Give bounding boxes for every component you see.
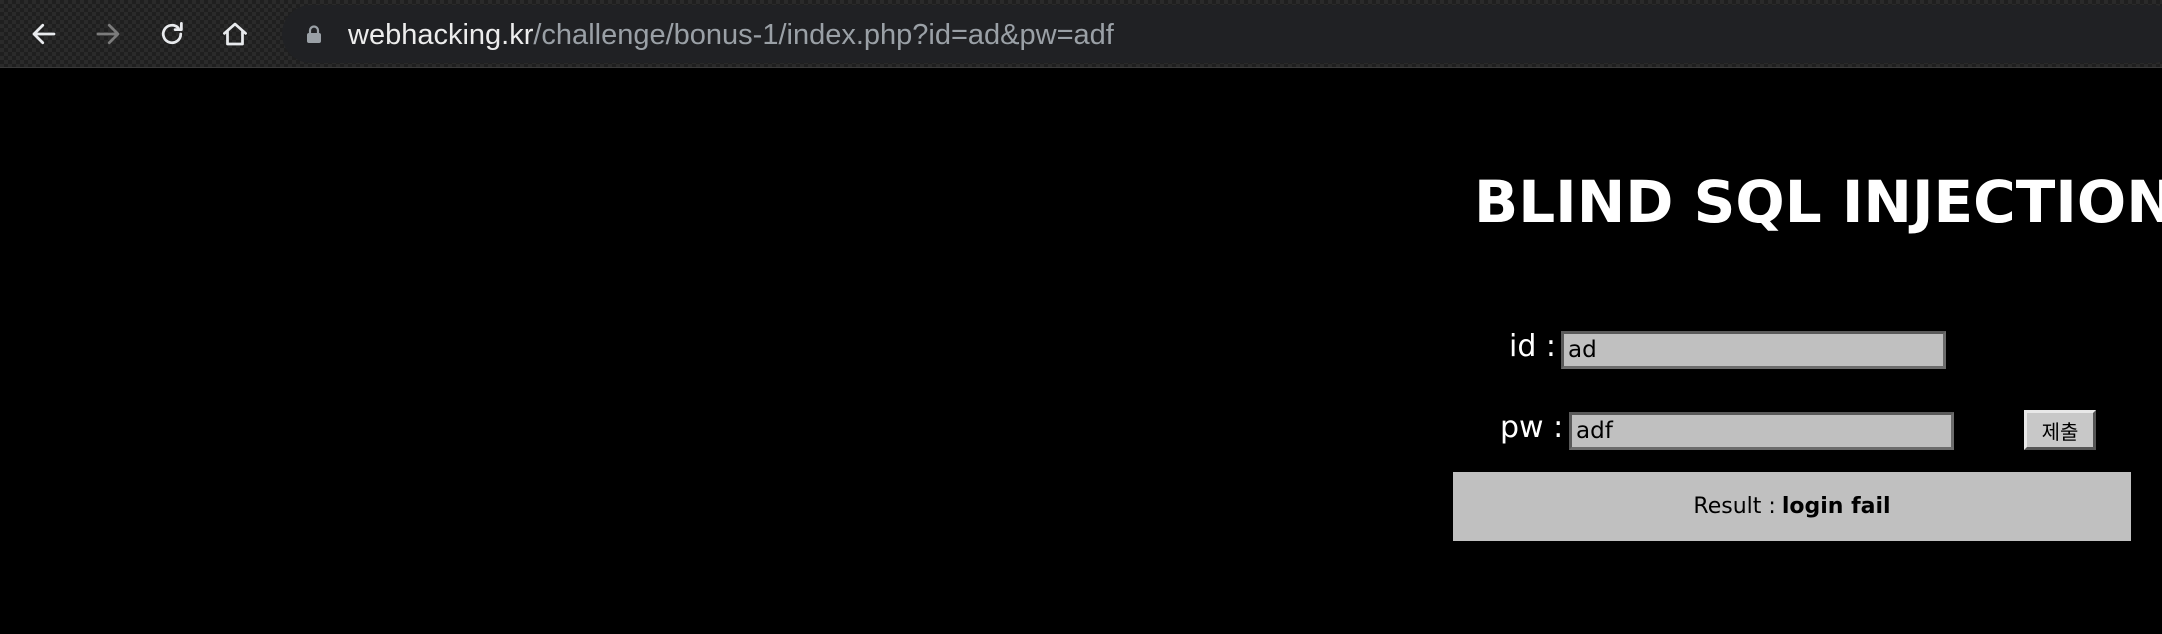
id-label: id : — [1509, 329, 1557, 364]
back-button[interactable] — [24, 14, 64, 54]
pw-input[interactable] — [1569, 412, 1954, 450]
url-domain: webhacking.kr — [348, 19, 534, 51]
url-text[interactable]: webhacking.kr/challenge/bonus-1/index.ph… — [348, 18, 1114, 52]
home-button[interactable] — [215, 14, 255, 54]
forward-button[interactable] — [88, 14, 128, 54]
address-bar[interactable]: webhacking.kr/challenge/bonus-1/index.ph… — [282, 5, 2162, 63]
page-title: BLIND SQL INJECTION — [1474, 168, 2162, 236]
submit-button[interactable]: 제출 — [2024, 410, 2096, 450]
pw-label: pw : — [1500, 410, 1564, 445]
forward-arrow-icon — [96, 23, 120, 45]
id-input[interactable] — [1561, 331, 1946, 369]
reload-icon — [161, 22, 183, 45]
url-path: /challenge/bonus-1/index.php?id=ad&pw=ad… — [533, 19, 1114, 51]
home-icon — [223, 22, 247, 46]
result-value: login fail — [1781, 494, 1891, 519]
back-arrow-icon — [32, 23, 56, 45]
result-box: Result : login fail — [1453, 472, 2131, 541]
reload-button[interactable] — [152, 14, 192, 54]
browser-toolbar: webhacking.kr/challenge/bonus-1/index.ph… — [0, 0, 2162, 68]
lock-icon — [307, 25, 321, 43]
result-label: Result : — [1693, 494, 1776, 519]
